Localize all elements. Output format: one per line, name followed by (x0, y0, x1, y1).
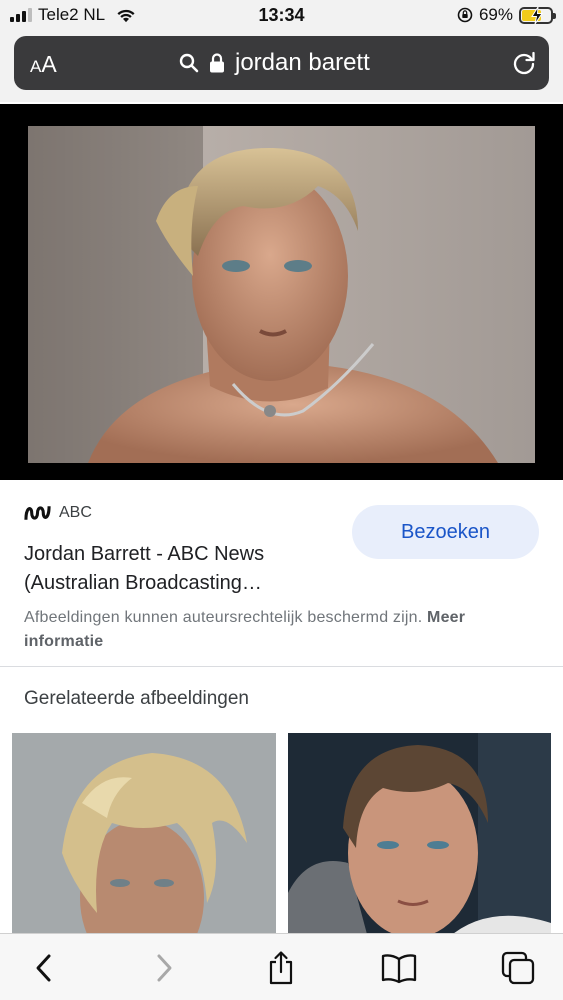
bookmarks-icon (381, 954, 417, 984)
abc-logo-icon (24, 506, 51, 520)
lock-icon (210, 53, 224, 73)
divider (0, 666, 563, 667)
text-size-button[interactable]: AA (30, 51, 57, 78)
share-icon (269, 951, 293, 985)
copyright-notice: Afbeeldingen kunnen auteursrechtelijk be… (24, 606, 544, 654)
address-bar[interactable]: AA jordan barett (14, 36, 549, 90)
related-image-1[interactable] (12, 733, 276, 938)
tabs-button[interactable] (498, 948, 538, 988)
battery-icon (519, 6, 556, 24)
charging-bolt-icon (531, 6, 543, 24)
battery-percent: 69% (478, 5, 513, 24)
rotation-lock-icon (457, 7, 473, 23)
main-image-viewer[interactable] (0, 104, 563, 480)
back-icon (36, 954, 51, 982)
address-text: jordan barett (235, 49, 370, 76)
copyright-text: Afbeeldingen kunnen auteursrechtelijk be… (24, 609, 423, 626)
related-thumbnail (12, 733, 276, 938)
reload-icon[interactable] (511, 50, 537, 76)
related-images-heading: Gerelateerde afbeeldingen (24, 688, 250, 709)
tabs-icon (501, 951, 535, 985)
related-thumbnail (288, 733, 551, 938)
visit-button[interactable]: Bezoeken (352, 505, 539, 559)
share-button[interactable] (261, 948, 301, 988)
main-photo[interactable] (28, 126, 535, 463)
bookmarks-button[interactable] (379, 948, 419, 988)
portrait-image (28, 126, 535, 463)
related-image-2[interactable] (288, 733, 551, 938)
address-bar-area: AA jordan barett (0, 32, 563, 102)
result-source[interactable]: ABC (24, 502, 92, 524)
result-title[interactable]: Jordan Barrett - ABC News (Australian Br… (24, 540, 324, 598)
search-icon (179, 53, 199, 73)
forward-button[interactable] (144, 948, 184, 988)
bottom-toolbar (0, 933, 563, 1000)
address-field[interactable]: jordan barett (179, 49, 370, 77)
back-button[interactable] (24, 948, 64, 988)
status-bar: Tele2 NL 13:34 69% (0, 0, 563, 32)
status-right: 69% (457, 5, 556, 25)
forward-icon (157, 954, 172, 982)
source-name: ABC (59, 504, 92, 521)
